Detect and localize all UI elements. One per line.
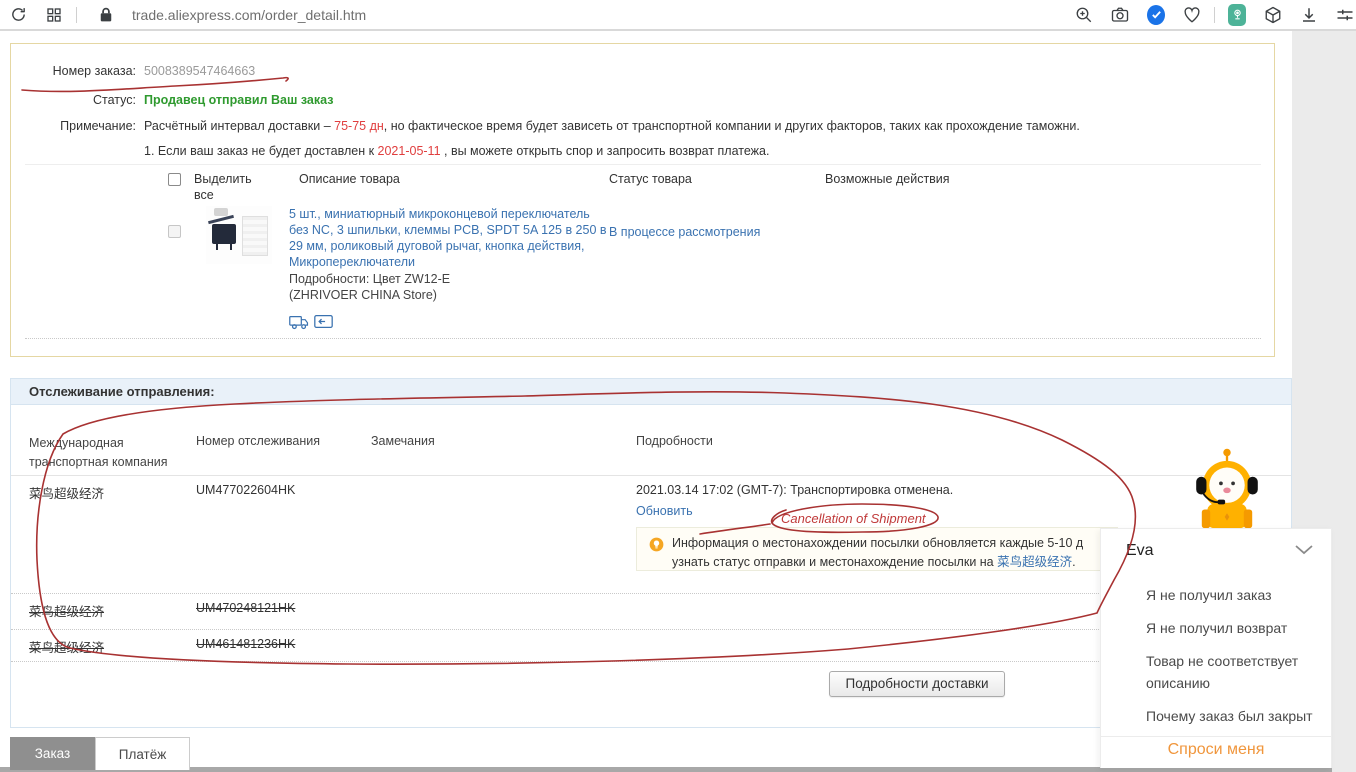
select-all-label: Выделить все <box>194 172 252 202</box>
order-note-text: Расчётный интервал доставки – 75-75 дн, … <box>144 119 1080 133</box>
column-tracking-number: Номер отслеживания <box>196 434 321 448</box>
refresh-tracking-link[interactable]: Обновить <box>636 504 693 518</box>
order-detail-page: trade.aliexpress.com/order_detail.htm Но… <box>0 0 1356 772</box>
microswitch-shape <box>212 224 236 244</box>
return-card-icon[interactable] <box>314 314 333 329</box>
ask-me-button[interactable]: Спроси меня <box>1101 741 1331 759</box>
thumbnail-detail <box>214 208 228 216</box>
order-dispute-note: 1. Если ваш заказ не будет доставлен к 2… <box>144 144 770 158</box>
carrier-link[interactable]: 菜鸟超级经济 <box>997 555 1072 569</box>
chat-item-why-order-closed[interactable]: Почему заказ был закрыт <box>1146 705 1326 727</box>
column-remarks: Замечания <box>371 434 435 448</box>
tab-payment[interactable]: Платёж <box>95 737 190 770</box>
order-note-label: Примечание: <box>60 119 136 133</box>
chat-title: Eva <box>1126 542 1154 559</box>
camera-icon[interactable] <box>1111 6 1129 24</box>
technical-drawing <box>242 216 268 256</box>
product-thumbnail[interactable] <box>206 206 272 264</box>
order-number-value: 5008389547464663 <box>144 64 256 78</box>
tracking-title: Отслеживание отправления: <box>29 384 215 399</box>
tracking-tip-box: Информация о местонахождении посылки обн… <box>636 527 1118 571</box>
lock-icon <box>97 6 115 24</box>
favorites-heart-icon[interactable] <box>1183 6 1201 24</box>
chat-item-order-not-received[interactable]: Я не получил заказ <box>1146 584 1326 606</box>
column-actions: Возможные действия <box>825 172 950 186</box>
apps-grid-icon[interactable] <box>45 6 63 24</box>
divider <box>11 661 1111 662</box>
chat-item-not-as-described[interactable]: Товар не соответствует описанию <box>1146 650 1326 694</box>
tracking-header-bar: Отслеживание отправления: <box>11 379 1291 405</box>
item-status-value: В процессе рассмотрения <box>609 225 761 239</box>
divider <box>11 475 1291 476</box>
column-item-status: Статус товара <box>609 172 692 186</box>
product-title-link[interactable]: 5 шт., миниатюрный микроконцевой переклю… <box>289 207 607 269</box>
webcam-extension-icon[interactable] <box>1228 3 1246 26</box>
settings-sliders-icon[interactable] <box>1336 6 1354 24</box>
tracking-tip-text: Информация о местонахождении посылки обн… <box>672 536 1084 569</box>
carrier-name: 菜鸟超级经济 <box>29 487 105 501</box>
dispute-deadline-date: 2021-05-11 <box>377 144 441 158</box>
toolbar-right-icons <box>1066 3 1356 26</box>
microswitch-lever <box>208 214 234 225</box>
store-name: (ZHRIVOER CHINA Store) <box>289 288 437 302</box>
chat-item-refund-not-received[interactable]: Я не получил возврат <box>1146 617 1326 639</box>
toolbar-divider <box>1214 6 1215 23</box>
tracking-number: UM470248121HK <box>196 601 296 615</box>
select-all-checkbox[interactable] <box>168 173 181 186</box>
item-checkbox[interactable] <box>168 225 181 238</box>
order-summary-box: Номер заказа: 5008389547464663 Статус: П… <box>10 43 1275 357</box>
browser-toolbar: trade.aliexpress.com/order_detail.htm <box>0 0 1356 31</box>
divider <box>11 629 1111 630</box>
shipping-details-button[interactable]: Подробности доставки <box>829 671 1005 697</box>
reload-icon[interactable] <box>9 6 27 24</box>
chevron-down-icon[interactable] <box>1295 545 1313 555</box>
order-status-value: Продавец отправил Ваш заказ <box>144 93 334 107</box>
product-details: Подробности: Цвет ZW12-E <box>289 272 451 286</box>
tab-order[interactable]: Заказ <box>10 737 95 770</box>
divider <box>11 593 1111 594</box>
download-icon[interactable] <box>1300 6 1318 24</box>
column-description: Описание товара <box>299 172 400 186</box>
package-cube-icon[interactable] <box>1264 6 1282 24</box>
toolbar-divider <box>76 6 77 23</box>
address-bar-url[interactable]: trade.aliexpress.com/order_detail.htm <box>132 7 1066 23</box>
verified-shield-icon[interactable] <box>1147 4 1165 25</box>
divider <box>1101 736 1331 737</box>
divider <box>25 338 1261 339</box>
order-status-label: Статус: <box>93 93 136 107</box>
divider <box>25 164 1261 165</box>
delivery-interval: 75-75 дн <box>334 119 384 133</box>
microswitch-pins <box>216 244 232 250</box>
column-details: Подробности <box>636 434 713 448</box>
shipping-truck-icon[interactable] <box>289 314 309 330</box>
tracking-number: UM477022604HK <box>196 483 296 497</box>
order-number-label: Номер заказа: <box>52 64 136 78</box>
lightbulb-icon <box>649 537 664 552</box>
zoom-search-icon[interactable] <box>1075 6 1093 24</box>
carrier-name: 菜鸟超级经济 <box>29 641 105 655</box>
tracking-number: UM461481236HK <box>196 637 296 651</box>
column-carrier: Международная транспортная компания <box>29 436 168 470</box>
tracking-status-line: 2021.03.14 17:02 (GMT-7): Транспортировк… <box>636 483 954 497</box>
eva-robot-mascot[interactable] <box>1185 446 1269 530</box>
eva-chat-panel: Eva Я не получил заказ Я не получил возв… <box>1100 528 1332 768</box>
carrier-name: 菜鸟超级经济 <box>29 605 105 619</box>
